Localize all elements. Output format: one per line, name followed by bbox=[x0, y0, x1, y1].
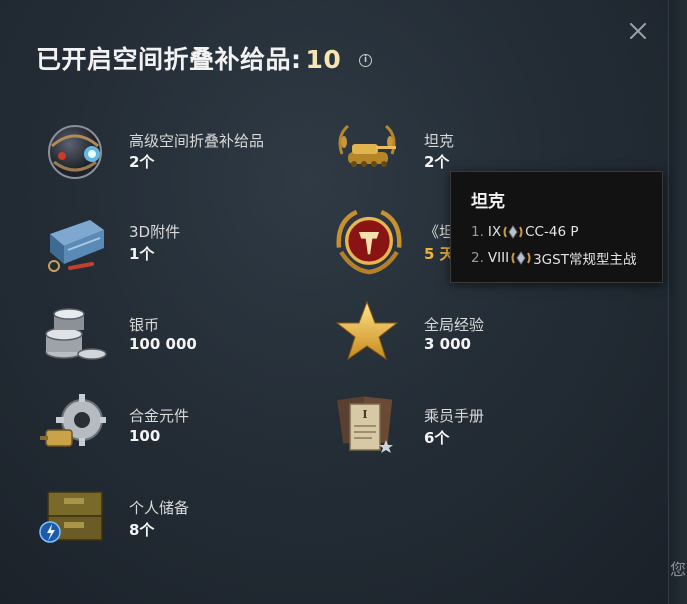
tank-class-badge-icon bbox=[511, 251, 531, 265]
opened-count: 10 bbox=[305, 45, 342, 74]
side-panel-text: 您 bbox=[670, 560, 687, 579]
item-label: 银币 bbox=[129, 316, 160, 334]
row-number: 2. bbox=[471, 250, 484, 266]
item-label: 高级空间折叠补给品 bbox=[129, 132, 265, 150]
row-number: 1. bbox=[471, 224, 484, 240]
item-label: 坦克 bbox=[424, 132, 455, 150]
page-title: 已开启空间折叠补给品: 10 bbox=[36, 40, 341, 76]
tier-label: IX bbox=[487, 224, 502, 240]
item-label: 个人储备 bbox=[129, 499, 190, 517]
personal-reserve-crate-icon bbox=[39, 491, 103, 543]
item-value: 8个 bbox=[129, 521, 155, 539]
close-button[interactable] bbox=[627, 20, 649, 42]
tank-tooltip: 坦克 1. IX CC-46 P 2. VIII 3GST常规型主战 bbox=[450, 171, 663, 283]
tank-class-badge-icon bbox=[503, 225, 523, 239]
item-value: 100 bbox=[129, 427, 161, 445]
crew-book-icon: I bbox=[337, 396, 393, 453]
item-value: 100 000 bbox=[129, 335, 197, 353]
title-text: 已开启空间折叠补给品: bbox=[36, 45, 302, 74]
right-side-panel-edge bbox=[668, 0, 687, 604]
item-value: 3 000 bbox=[424, 335, 471, 353]
tooltip-row: 1. IX CC-46 P bbox=[471, 223, 578, 241]
space-fold-sphere-icon bbox=[48, 125, 102, 179]
tooltip-row: 2. VIII 3GST常规型主战 bbox=[471, 248, 636, 268]
info-icon[interactable]: i bbox=[359, 54, 372, 67]
star-icon bbox=[335, 300, 399, 361]
tooltip-title: 坦克 bbox=[471, 192, 505, 212]
tank-icon bbox=[338, 124, 396, 167]
svg-text:I: I bbox=[362, 408, 367, 421]
item-value: 6个 bbox=[424, 429, 450, 447]
close-icon bbox=[630, 23, 646, 39]
tank-name: CC-46 P bbox=[525, 224, 579, 240]
3d-attachment-crate-icon bbox=[48, 220, 104, 272]
item-label: 合金元件 bbox=[129, 407, 190, 425]
wot-premium-emblem-icon bbox=[336, 209, 402, 275]
gear-alloy-icon bbox=[40, 394, 106, 447]
item-value: 2个 bbox=[129, 153, 155, 171]
item-label: 全局经验 bbox=[424, 316, 485, 334]
tank-name: 3GST常规型主战 bbox=[533, 252, 637, 268]
silver-coins-icon bbox=[45, 308, 107, 360]
item-label: 3D附件 bbox=[129, 223, 181, 241]
item-value: 2个 bbox=[424, 153, 450, 171]
tier-label: VIII bbox=[487, 250, 510, 266]
item-value: 1个 bbox=[129, 245, 155, 263]
item-label: 乘员手册 bbox=[424, 407, 485, 425]
